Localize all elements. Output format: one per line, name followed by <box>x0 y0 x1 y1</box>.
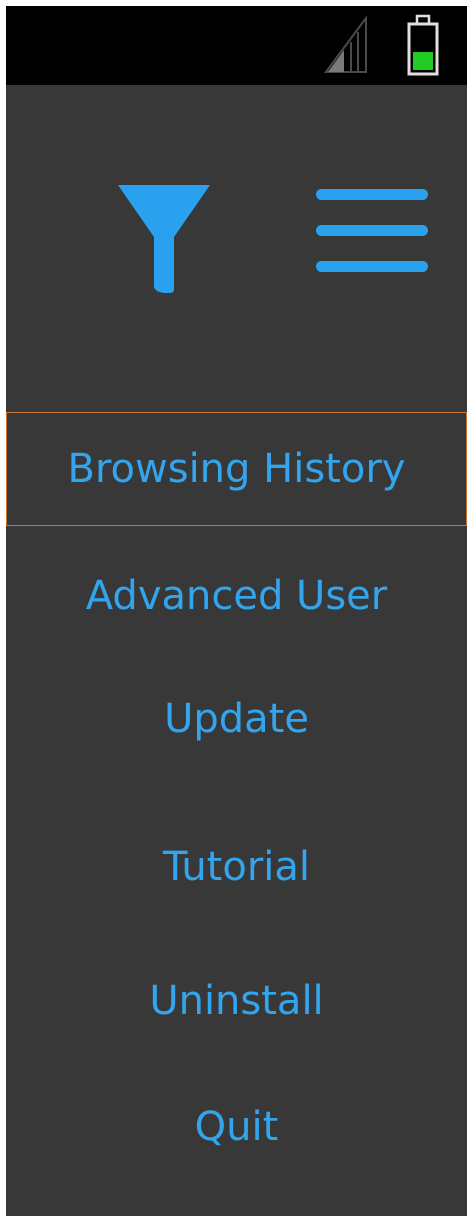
menu-item-quit[interactable]: Quit <box>6 1070 467 1184</box>
toolbar <box>6 85 467 385</box>
filter-funnel-icon[interactable] <box>116 183 212 295</box>
battery-icon <box>407 14 439 76</box>
app-screen: Browsing History Advanced User Update Tu… <box>6 6 467 1216</box>
menu-item-update[interactable]: Update <box>6 662 467 776</box>
menu-item-advanced-user[interactable]: Advanced User <box>6 539 467 653</box>
hamburger-menu-icon[interactable] <box>314 185 430 275</box>
status-bar <box>6 6 467 85</box>
signal-strength-icon <box>324 16 367 73</box>
menu-item-uninstall[interactable]: Uninstall <box>6 944 467 1058</box>
menu-item-browsing-history[interactable]: Browsing History <box>6 412 467 526</box>
menu-item-tutorial[interactable]: Tutorial <box>6 810 467 924</box>
